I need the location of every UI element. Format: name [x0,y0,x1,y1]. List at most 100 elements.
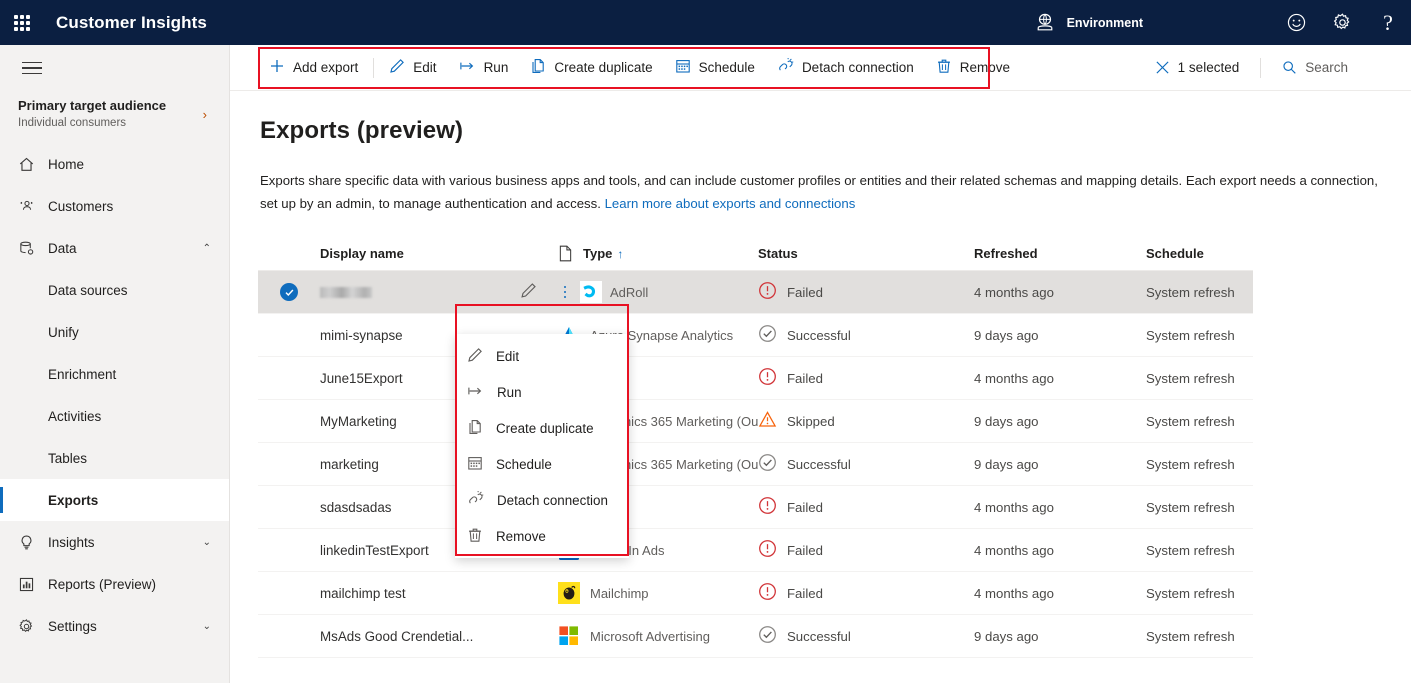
check-circle-icon [758,453,777,475]
header-type[interactable]: Type ↑ [558,245,758,262]
left-navigation-sidebar: Primary target audience Individual consu… [0,45,230,683]
command-remove-button[interactable]: Remove [925,47,1021,89]
learn-more-link[interactable]: Learn more about exports and connections [605,196,856,211]
row-refreshed-label: 9 days ago [974,628,1039,644]
app-launcher-icon[interactable] [0,0,44,45]
row-status-cell: Failed [758,367,974,389]
row-display-name: MyMarketing [320,413,397,429]
row-type-cell: AdRoll [558,281,758,303]
exports-table: Display name Type ↑ Status Refreshed Sch… [258,237,1253,658]
command-detach-connection-button[interactable]: Detach connection [766,47,925,89]
search-button[interactable]: Search [1271,47,1359,89]
header-schedule[interactable]: Schedule [1146,246,1296,261]
command-button-label: Remove [959,60,1011,75]
hamburger-menu-icon[interactable] [8,45,56,91]
table-row[interactable]: marketingDynamics 365 Marketing (Outboun… [258,443,1253,486]
command-button-label: Detach connection [801,60,914,75]
table-row[interactable]: linkedinTestExportLinkedIn AdsFailed4 mo… [258,529,1253,572]
table-row[interactable]: AdRoll Failed 4 months ago System refresh [258,271,1253,314]
command-edit-button[interactable]: Edit [378,47,447,89]
sidebar-item-tables[interactable]: Tables [0,437,229,479]
hamburger-lines [22,61,42,75]
help-question-icon[interactable]: ? [1365,0,1411,45]
table-row[interactable]: mailchimp test Mailchimp Failed 4 months ag… [258,572,1253,615]
row-refreshed-label: 4 months ago [974,542,1054,558]
data-icon [18,240,40,257]
sidebar-item-home[interactable]: Home [0,143,229,185]
header-refreshed[interactable]: Refreshed [974,246,1146,261]
selected-count-label: 1 selected [1177,60,1240,75]
sidebar-item-unify[interactable]: Unify [0,311,229,353]
row-status-cell: Failed [758,582,974,604]
environment-selector[interactable]: Environment [1034,12,1143,34]
main-content: Exports (preview) Exports share specific… [230,91,1411,683]
row-select-cell[interactable] [258,283,320,301]
row-status-cell: Skipped [758,410,974,432]
sidebar-item-label: Reports (Preview) [48,576,157,592]
context-menu-items: Edit Run Create duplicate Schedule Detach co… [455,338,629,554]
sidebar-item-reports-preview[interactable]: Reports (Preview) [0,563,229,605]
command-button-label: Schedule [698,60,755,75]
context-menu-schedule[interactable]: Schedule [455,446,629,482]
globe-environment-icon [1037,13,1052,30]
header-status[interactable]: Status [758,246,974,261]
sidebar-item-data-sources[interactable]: Data sources [0,269,229,311]
clear-selection-button[interactable]: 1 selected [1144,47,1251,89]
table-row[interactable]: sdasdsadas Failed 4 months ago System refre… [258,486,1253,529]
context-menu-detach-connection[interactable]: Detach connection [455,482,629,518]
sidebar-item-activities[interactable]: Activities [0,395,229,437]
row-display-name: mailchimp test [320,585,406,601]
app-title: Customer Insights [56,12,207,32]
context-menu-run[interactable]: Run [455,374,629,410]
error-circle-icon [758,281,777,303]
sidebar-item-data[interactable]: Data ⌃ [0,227,229,269]
row-pencil-cell [520,282,558,302]
row-refreshed-label: 4 months ago [974,370,1054,386]
table-row[interactable]: June15Export Failed 4 months ago System ref… [258,357,1253,400]
sidebar-item-insights[interactable]: Insights ⌄ [0,521,229,563]
context-menu-remove[interactable]: Remove [455,518,629,554]
chevron-down-icon[interactable]: ⌄ [203,621,211,632]
row-edit-pencil-icon[interactable] [520,282,537,302]
row-status-cell: Successful [758,625,974,647]
divider [373,57,375,78]
command-add-export-button[interactable]: Add export [258,47,369,89]
row-status-label: Failed [787,284,823,300]
row-status-label: Successful [787,456,851,472]
row-refreshed-label: 9 days ago [974,413,1039,429]
row-display-name: June15Export [320,370,403,386]
row-checkbox-checked[interactable] [280,283,298,301]
primary-target-audience-selector[interactable]: Primary target audience Individual consu… [0,91,229,143]
command-run-button[interactable]: Run [448,47,520,89]
row-schedule-label: System refresh [1146,585,1235,601]
command-create-duplicate-button[interactable]: Create duplicate [519,47,663,89]
sidebar-item-settings[interactable]: Settings ⌄ [0,605,229,647]
table-row[interactable]: MsAds Good Crendetial... Microsoft Advert… [258,615,1253,658]
search-icon [1283,61,1296,74]
chevron-down-icon[interactable]: ⌄ [203,537,211,548]
chevron-up-icon[interactable]: ⌃ [203,243,211,254]
sidebar-item-enrichment[interactable]: Enrichment [0,353,229,395]
error-circle-icon [758,582,777,604]
sidebar-nav-list: Home Customers Data ⌃ Data sources Unify Enric… [0,143,229,647]
context-menu-edit[interactable]: Edit [455,338,629,374]
more-vertical-dots-icon[interactable] [558,285,572,299]
sidebar-item-label: Customers [48,198,114,214]
table-row[interactable]: MyMarketingDynamics 365 Marketing (Outbo… [258,400,1253,443]
settings-gear-icon[interactable] [1319,0,1365,45]
header-display-name[interactable]: Display name [320,246,520,261]
sidebar-item-customers[interactable]: Customers [0,185,229,227]
row-refreshed-label: 4 months ago [974,585,1054,601]
command-button-label: Edit [413,60,437,75]
sidebar-item-exports[interactable]: Exports [0,479,229,521]
table-row[interactable]: mimi-synapse Azure Synapse Analytics Succe… [258,314,1253,357]
sidebar-item-label: Home [48,156,85,172]
row-schedule-label: System refresh [1146,284,1235,300]
sidebar-item-label: Settings [48,618,97,634]
context-menu-create-duplicate[interactable]: Create duplicate [455,410,629,446]
command-schedule-button[interactable]: Schedule [664,47,766,89]
feedback-smiley-icon[interactable] [1273,0,1319,45]
sidebar-item-label: Activities [48,408,102,424]
error-circle-icon [758,539,777,561]
row-display-name: linkedinTestExport [320,542,429,558]
